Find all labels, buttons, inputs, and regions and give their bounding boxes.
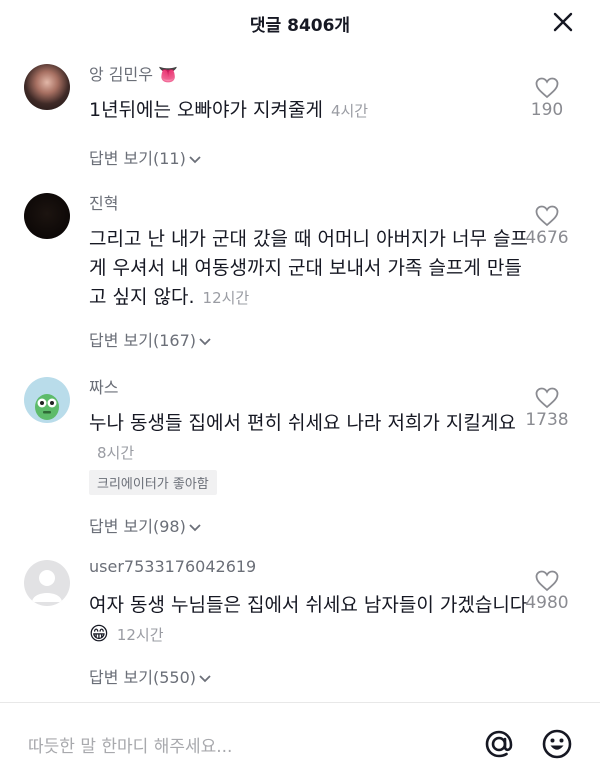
avatar[interactable]	[24, 193, 70, 239]
view-replies-button[interactable]: 답변 보기(11)	[89, 145, 202, 169]
chevron-down-icon	[199, 337, 211, 345]
comment-text: 1년뒤에는 오빠야가 지켜줄게 4시간	[89, 96, 529, 126]
mention-at-icon[interactable]	[482, 727, 516, 761]
comment-body: 여자 동생 누님들은 집에서 쉬세요 남자들이 가겠습니다	[89, 594, 528, 616]
comment-body: 그리고 난 내가 군대 갔을 때 어머니 아버지가 너무 슬프게 우셔서 내 여…	[89, 228, 528, 308]
comment-author-name: 앙 김민우	[89, 65, 153, 84]
view-replies-button[interactable]: 답변 보기(98)	[89, 513, 202, 537]
like-button[interactable]: 190	[516, 77, 578, 120]
comment-body: 누나 동생들 집에서 편히 쉬세요 나라 저희가 지킬게요	[89, 412, 516, 434]
view-replies-label: 답변 보기(167)	[89, 331, 196, 350]
avatar[interactable]	[24, 377, 70, 423]
like-count: 4676	[525, 228, 569, 248]
view-replies-label: 답변 보기(98)	[89, 517, 186, 536]
comment-author[interactable]: 짜스	[89, 374, 118, 398]
comment-author[interactable]: user7533176042619	[89, 557, 256, 576]
comment-author[interactable]: 앙 김민우 👅	[89, 61, 178, 85]
like-button[interactable]: 4676	[516, 205, 578, 248]
view-replies-label: 답변 보기(11)	[89, 149, 186, 168]
comment-author-name: user7533176042619	[89, 557, 257, 576]
comment-timestamp: 12시간	[202, 289, 250, 307]
chevron-down-icon	[199, 674, 211, 682]
view-replies-button[interactable]: 답변 보기(550)	[89, 664, 212, 688]
heart-icon	[535, 77, 559, 99]
chevron-down-icon	[189, 523, 201, 531]
comment-text: 그리고 난 내가 군대 갔을 때 어머니 아버지가 너무 슬프게 우셔서 내 여…	[89, 225, 529, 313]
author-emoji: 👅	[158, 65, 178, 84]
like-button[interactable]: 4980	[516, 570, 578, 613]
comment-input-bar	[0, 702, 600, 784]
heart-icon	[535, 570, 559, 592]
comment-timestamp: 12시간	[116, 626, 164, 644]
like-count: 1738	[525, 410, 569, 430]
close-icon[interactable]	[552, 11, 574, 33]
comment-body: 1년뒤에는 오빠야가 지켜줄게	[89, 99, 323, 121]
like-count: 190	[530, 100, 564, 120]
comments-header: 댓글 8406개	[0, 0, 600, 50]
comment-timestamp: 8시간	[97, 444, 135, 462]
creator-liked-badge: 크리에이터가 좋아함	[89, 470, 217, 495]
view-replies-label: 답변 보기(550)	[89, 668, 196, 687]
comment-timestamp: 4시간	[330, 102, 369, 120]
view-replies-button[interactable]: 답변 보기(167)	[89, 327, 212, 351]
emoji-icon[interactable]	[540, 727, 574, 761]
heart-icon	[535, 205, 559, 227]
avatar[interactable]	[24, 560, 70, 606]
avatar[interactable]	[24, 64, 70, 110]
grin-emoji-icon: 😁	[89, 623, 109, 645]
comment-author-name: 짜스	[89, 378, 119, 397]
comment-input[interactable]	[26, 731, 450, 763]
default-user-icon	[32, 570, 62, 602]
like-button[interactable]: 1738	[516, 387, 578, 430]
comment-text: 여자 동생 누님들은 집에서 쉬세요 남자들이 가겠습니다 😁 12시간	[89, 591, 529, 650]
like-count: 4980	[525, 593, 569, 613]
comment-text: 누나 동생들 집에서 편히 쉬세요 나라 저희가 지킬게요 8시간	[89, 409, 529, 468]
comment-author[interactable]: 진혁	[89, 190, 118, 214]
comments-count-title: 댓글 8406개	[249, 16, 351, 36]
character-avatar-icon	[35, 394, 59, 420]
chevron-down-icon	[189, 155, 201, 163]
comment-author-name: 진혁	[89, 194, 119, 213]
heart-icon	[535, 387, 559, 409]
